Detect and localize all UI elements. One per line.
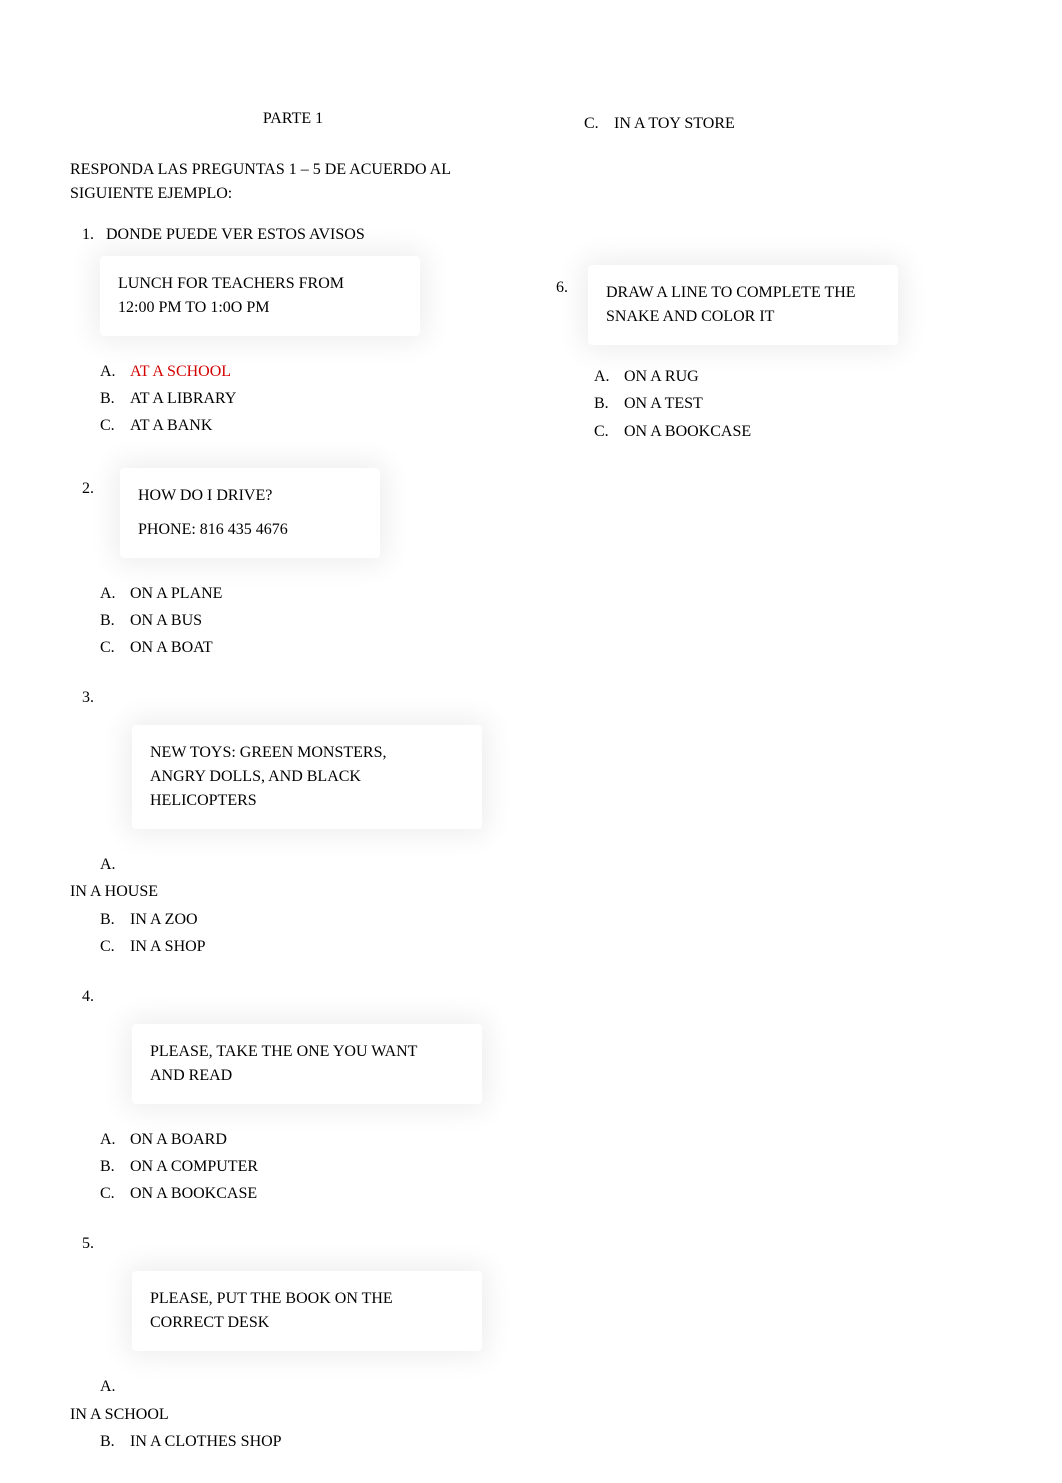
q5-notice-box: PLEASE, PUT THE BOOK ON THE CORRECT DESK: [132, 1271, 482, 1351]
right-column: C. IN A TOY STORE 6. DRAW A LINE TO COMP…: [536, 110, 1002, 1483]
q5-option-b[interactable]: B. IN A CLOTHES SHOP: [100, 1428, 516, 1455]
q3-number: 3.: [82, 689, 516, 707]
q1-option-b[interactable]: B. AT A LIBRARY: [100, 385, 516, 412]
option-text: IN A SCHOOL: [70, 1401, 516, 1428]
option-text: ON A BOOKCASE: [130, 1180, 516, 1207]
q1-prompt-line: 1. DONDE PUEDE VER ESTOS AVISOS: [82, 226, 516, 244]
option-text: AT A SCHOOL: [130, 358, 516, 385]
option-letter: A.: [100, 1373, 516, 1400]
option-letter: C.: [100, 1180, 130, 1207]
q2-box-line-1: HOW DO I DRIVE?: [138, 484, 362, 508]
q3-options-rest: B. IN A ZOO C. IN A SHOP: [100, 906, 516, 960]
option-text: IN A SHOP: [130, 933, 516, 960]
q5-option-c[interactable]: C. IN A TOY STORE: [584, 110, 1002, 137]
q1-box-line-2: 12:00 PM TO 1:0O PM: [118, 296, 402, 320]
option-letter: C.: [584, 110, 614, 137]
option-letter: B.: [594, 390, 624, 417]
q6-option-c[interactable]: C. ON A BOOKCASE: [594, 418, 1002, 445]
q1-number: 1.: [82, 226, 94, 243]
option-text: ON A BOAT: [130, 634, 516, 661]
option-text: IN A HOUSE: [70, 878, 516, 905]
q6-options: A. ON A RUG B. ON A TEST C. ON A BOOKCAS…: [594, 363, 1002, 445]
q4-number: 4.: [82, 988, 516, 1006]
option-text: ON A TEST: [624, 390, 703, 417]
q2-options: A. ON A PLANE B. ON A BUS C. ON A BOAT: [100, 580, 516, 662]
option-letter: A.: [100, 851, 516, 878]
q2-notice-box: HOW DO I DRIVE? PHONE: 816 435 4676: [120, 468, 380, 558]
option-letter: A.: [100, 580, 130, 607]
q4-notice-box: PLEASE, TAKE THE ONE YOU WANT AND READ: [132, 1024, 482, 1104]
q2-option-a[interactable]: A. ON A PLANE: [100, 580, 516, 607]
q4-options: A. ON A BOARD B. ON A COMPUTER C. ON A B…: [100, 1126, 516, 1208]
option-text: ON A BOOKCASE: [624, 418, 751, 445]
q4-option-c[interactable]: C. ON A BOOKCASE: [100, 1180, 516, 1207]
option-text: ON A RUG: [624, 363, 699, 390]
option-letter: A.: [100, 358, 130, 385]
q6-option-a[interactable]: A. ON A RUG: [594, 363, 1002, 390]
option-text: IN A ZOO: [130, 906, 516, 933]
q6-number: 6.: [556, 265, 568, 297]
q2-box-line-2: PHONE: 816 435 4676: [138, 518, 362, 542]
option-letter: B.: [100, 1428, 130, 1455]
q5-options-rest: B. IN A CLOTHES SHOP: [100, 1428, 516, 1455]
q2-option-c[interactable]: C. ON A BOAT: [100, 634, 516, 661]
q2-option-b[interactable]: B. ON A BUS: [100, 607, 516, 634]
q1-prompt: DONDE PUEDE VER ESTOS AVISOS: [106, 226, 365, 243]
option-text: ON A PLANE: [130, 580, 516, 607]
q4-box-line-2: AND READ: [150, 1064, 464, 1088]
option-text: IN A TOY STORE: [614, 110, 735, 137]
q3-option-c[interactable]: C. IN A SHOP: [100, 933, 516, 960]
question-2: 2. HOW DO I DRIVE? PHONE: 816 435 4676 A…: [70, 468, 516, 662]
q5-option-a[interactable]: A. IN A SCHOOL: [100, 1373, 516, 1427]
q4-option-b[interactable]: B. ON A COMPUTER: [100, 1153, 516, 1180]
q6-box-line-1: DRAW A LINE TO COMPLETE THE: [606, 281, 880, 305]
instructions-text: RESPONDA LAS PREGUNTAS 1 – 5 DE ACUERDO …: [70, 158, 516, 206]
q3-option-a[interactable]: A. IN A HOUSE: [100, 851, 516, 905]
q1-option-a[interactable]: A. AT A SCHOOL: [100, 358, 516, 385]
option-text: AT A LIBRARY: [130, 385, 516, 412]
option-text: AT A BANK: [130, 412, 516, 439]
q6-notice-box: DRAW A LINE TO COMPLETE THE SNAKE AND CO…: [588, 265, 898, 345]
question-3: 3. NEW TOYS: GREEN MONSTERS, ANGRY DOLLS…: [70, 689, 516, 960]
left-column: PARTE 1 RESPONDA LAS PREGUNTAS 1 – 5 DE …: [70, 110, 536, 1483]
question-4: 4. PLEASE, TAKE THE ONE YOU WANT AND REA…: [70, 988, 516, 1208]
option-letter: C.: [594, 418, 624, 445]
q2-number: 2.: [82, 468, 94, 498]
option-letter: B.: [100, 1153, 130, 1180]
q5-box-line-1: PLEASE, PUT THE BOOK ON THE: [150, 1287, 464, 1311]
part-title: PARTE 1: [70, 110, 516, 128]
option-letter: B.: [100, 906, 130, 933]
option-letter: A.: [100, 1126, 130, 1153]
q6-option-b[interactable]: B. ON A TEST: [594, 390, 1002, 417]
option-letter: C.: [100, 933, 130, 960]
q3-box-line-3: HELICOPTERS: [150, 789, 464, 813]
q3-box-line-2: ANGRY DOLLS, AND BLACK: [150, 765, 464, 789]
option-letter: B.: [100, 385, 130, 412]
q5-number: 5.: [82, 1235, 516, 1253]
q3-notice-box: NEW TOYS: GREEN MONSTERS, ANGRY DOLLS, A…: [132, 725, 482, 829]
q6-box-line-2: SNAKE AND COLOR IT: [606, 305, 880, 329]
option-text: IN A CLOTHES SHOP: [130, 1428, 516, 1455]
option-letter: B.: [100, 607, 130, 634]
q4-option-a[interactable]: A. ON A BOARD: [100, 1126, 516, 1153]
q3-box-line-1: NEW TOYS: GREEN MONSTERS,: [150, 741, 464, 765]
option-text: ON A COMPUTER: [130, 1153, 516, 1180]
question-5: 5. PLEASE, PUT THE BOOK ON THE CORRECT D…: [70, 1235, 516, 1455]
q1-notice-box: LUNCH FOR TEACHERS FROM 12:00 PM TO 1:0O…: [100, 256, 420, 336]
q4-box-line-1: PLEASE, TAKE THE ONE YOU WANT: [150, 1040, 464, 1064]
q3-option-b[interactable]: B. IN A ZOO: [100, 906, 516, 933]
option-text: ON A BUS: [130, 607, 516, 634]
q1-options: A. AT A SCHOOL B. AT A LIBRARY C. AT A B…: [100, 358, 516, 440]
q1-option-c[interactable]: C. AT A BANK: [100, 412, 516, 439]
question-6: 6. DRAW A LINE TO COMPLETE THE SNAKE AND…: [556, 265, 1002, 445]
q5-box-line-2: CORRECT DESK: [150, 1311, 464, 1335]
q1-box-line-1: LUNCH FOR TEACHERS FROM: [118, 272, 402, 296]
option-letter: C.: [100, 412, 130, 439]
question-1: 1. DONDE PUEDE VER ESTOS AVISOS LUNCH FO…: [70, 226, 516, 440]
option-letter: A.: [594, 363, 624, 390]
option-letter: C.: [100, 634, 130, 661]
option-text: ON A BOARD: [130, 1126, 516, 1153]
page: PARTE 1 RESPONDA LAS PREGUNTAS 1 – 5 DE …: [0, 0, 1062, 1483]
